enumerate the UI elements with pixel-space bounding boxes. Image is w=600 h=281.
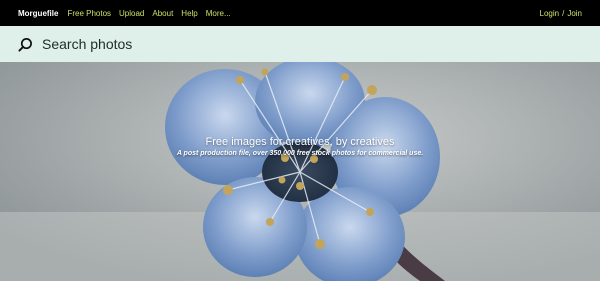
brand-link[interactable]: Morguefile	[18, 9, 58, 18]
hero-flower-image	[0, 62, 600, 281]
nav-link-free-photos[interactable]: Free Photos	[67, 9, 111, 18]
auth-separator: /	[562, 8, 565, 18]
auth-links: Login / Join	[540, 9, 583, 18]
top-navigation: Morguefile Free Photos Upload About Help…	[0, 0, 600, 26]
nav-link-upload[interactable]: Upload	[119, 9, 144, 18]
search-icon[interactable]	[18, 37, 33, 52]
hero-subtitle: A post production file, over 350,000 fre…	[176, 150, 424, 157]
hero-banner: Free images for creatives, by creatives …	[0, 62, 600, 281]
join-link[interactable]: Join	[567, 9, 582, 18]
nav-link-more[interactable]: More...	[206, 9, 231, 18]
nav-link-help[interactable]: Help	[181, 9, 197, 18]
hero-title: Free images for creatives, by creatives	[205, 136, 395, 148]
nav-link-about[interactable]: About	[152, 9, 173, 18]
hero-text-block: Free images for creatives, by creatives …	[0, 136, 600, 157]
search-input[interactable]	[42, 32, 562, 56]
login-link[interactable]: Login	[540, 9, 560, 18]
search-bar	[0, 26, 600, 62]
